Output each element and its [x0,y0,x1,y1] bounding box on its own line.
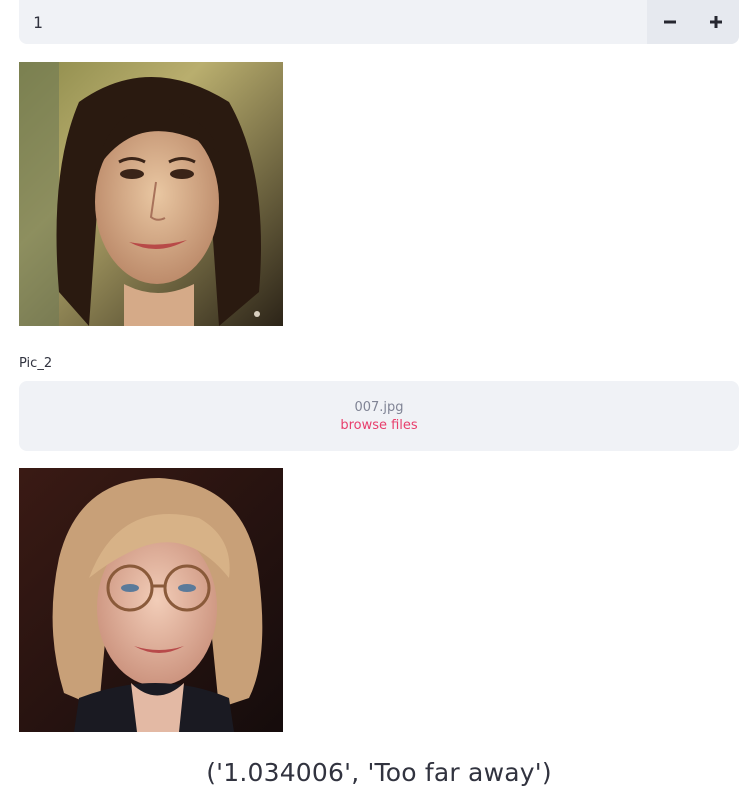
number-stepper [647,0,739,44]
file-dropzone[interactable]: 007.jpg browse files [19,381,739,451]
browse-files-link[interactable]: browse files [340,418,417,433]
minus-icon [664,20,676,24]
number-input-field[interactable] [19,0,647,44]
number-input [19,0,739,44]
uploader-label: Pic_2 [19,356,53,371]
face-image-2 [19,468,283,732]
app-page: Pic_2 007.jpg browse files [0,0,740,795]
plus-icon [710,16,722,28]
decrement-button[interactable] [647,0,693,44]
increment-button[interactable] [693,0,739,44]
uploaded-file-name: 007.jpg [354,399,404,415]
face-image-1 [19,62,283,326]
result-text: ('1.034006', 'Too far away') [206,758,552,787]
